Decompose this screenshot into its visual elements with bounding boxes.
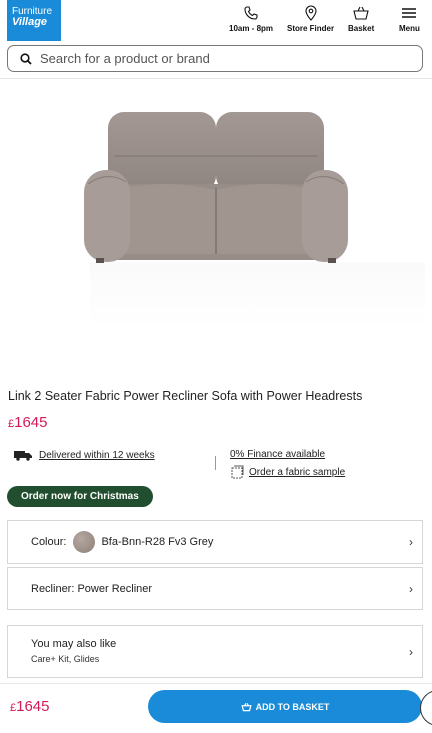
phone-icon: [244, 6, 258, 20]
add-to-basket-label: ADD TO BASKET: [255, 701, 330, 712]
fabric-sample-row[interactable]: Order a fabric sample: [230, 465, 345, 479]
basket-link[interactable]: Basket: [348, 5, 374, 33]
basket-icon: [353, 6, 369, 20]
product-title: Link 2 Seater Fabric Power Recliner Sofa…: [8, 389, 363, 403]
search-bar[interactable]: [7, 45, 423, 72]
colour-label: Colour:: [31, 536, 67, 548]
store-finder-link[interactable]: Store Finder: [287, 5, 334, 33]
price-value: 1645: [14, 414, 48, 431]
sofa-product-image[interactable]: [84, 104, 348, 272]
hamburger-menu-icon: [402, 8, 417, 18]
header-divider: [0, 78, 432, 79]
menu-button[interactable]: Menu: [399, 5, 420, 33]
recliner-selector[interactable]: Recliner: Power Recliner ›: [7, 567, 423, 610]
also-like-selector[interactable]: You may also like Care+ Kit, Glides ›: [7, 625, 423, 678]
chevron-right-icon: ›: [409, 581, 413, 596]
location-pin-icon: [305, 5, 317, 21]
also-like-title: You may also like: [31, 638, 117, 650]
colour-swatch: [73, 531, 96, 553]
colour-value: Bfa-Bnn-R28 Fv3 Grey: [101, 536, 214, 548]
search-input[interactable]: [40, 51, 400, 66]
sticky-buy-bar: £1645 ADD TO BASKET: [0, 683, 432, 733]
recliner-label: Recliner: Power Recliner: [31, 582, 153, 595]
finance-link[interactable]: 0% Finance available: [230, 449, 325, 460]
info-divider: [215, 456, 216, 470]
sticky-price: £1645: [10, 698, 50, 715]
product-price: £1645: [8, 414, 48, 431]
christmas-badge: Order now for Christmas: [7, 486, 153, 507]
basket-label: Basket: [348, 24, 375, 33]
colour-selector[interactable]: Colour: Bfa-Bnn-R28 Fv3 Grey ›: [7, 520, 423, 564]
search-icon: [20, 52, 32, 65]
site-header: Furniture Village 10am - 8pm Store Finde…: [0, 0, 432, 42]
phone-hours-link[interactable]: 10am - 8pm: [229, 5, 273, 33]
delivery-link[interactable]: Delivered within 12 weeks: [39, 450, 155, 461]
add-to-basket-button[interactable]: ADD TO BASKET: [148, 690, 422, 723]
delivery-truck-icon: [14, 451, 32, 461]
sticky-price-value: 1645: [16, 698, 50, 715]
chevron-right-icon: ›: [409, 535, 413, 549]
logo-line2: Village: [12, 16, 48, 28]
fabric-swatch-icon: [231, 465, 244, 479]
menu-label: Menu: [399, 24, 420, 33]
also-like-subtitle: Care+ Kit, Glides: [31, 654, 100, 664]
delivery-info[interactable]: Delivered within 12 weeks: [13, 449, 155, 461]
basket-icon: [241, 702, 252, 711]
product-page: Furniture Village 10am - 8pm Store Finde…: [0, 0, 432, 733]
chat-widget-tab[interactable]: [420, 690, 432, 726]
fabric-sample-link[interactable]: Order a fabric sample: [249, 467, 345, 478]
phone-hours-label: 10am - 8pm: [229, 24, 274, 33]
furniture-village-logo[interactable]: Furniture Village: [7, 0, 61, 41]
store-finder-label: Store Finder: [287, 24, 335, 33]
chevron-right-icon: ›: [409, 644, 413, 659]
